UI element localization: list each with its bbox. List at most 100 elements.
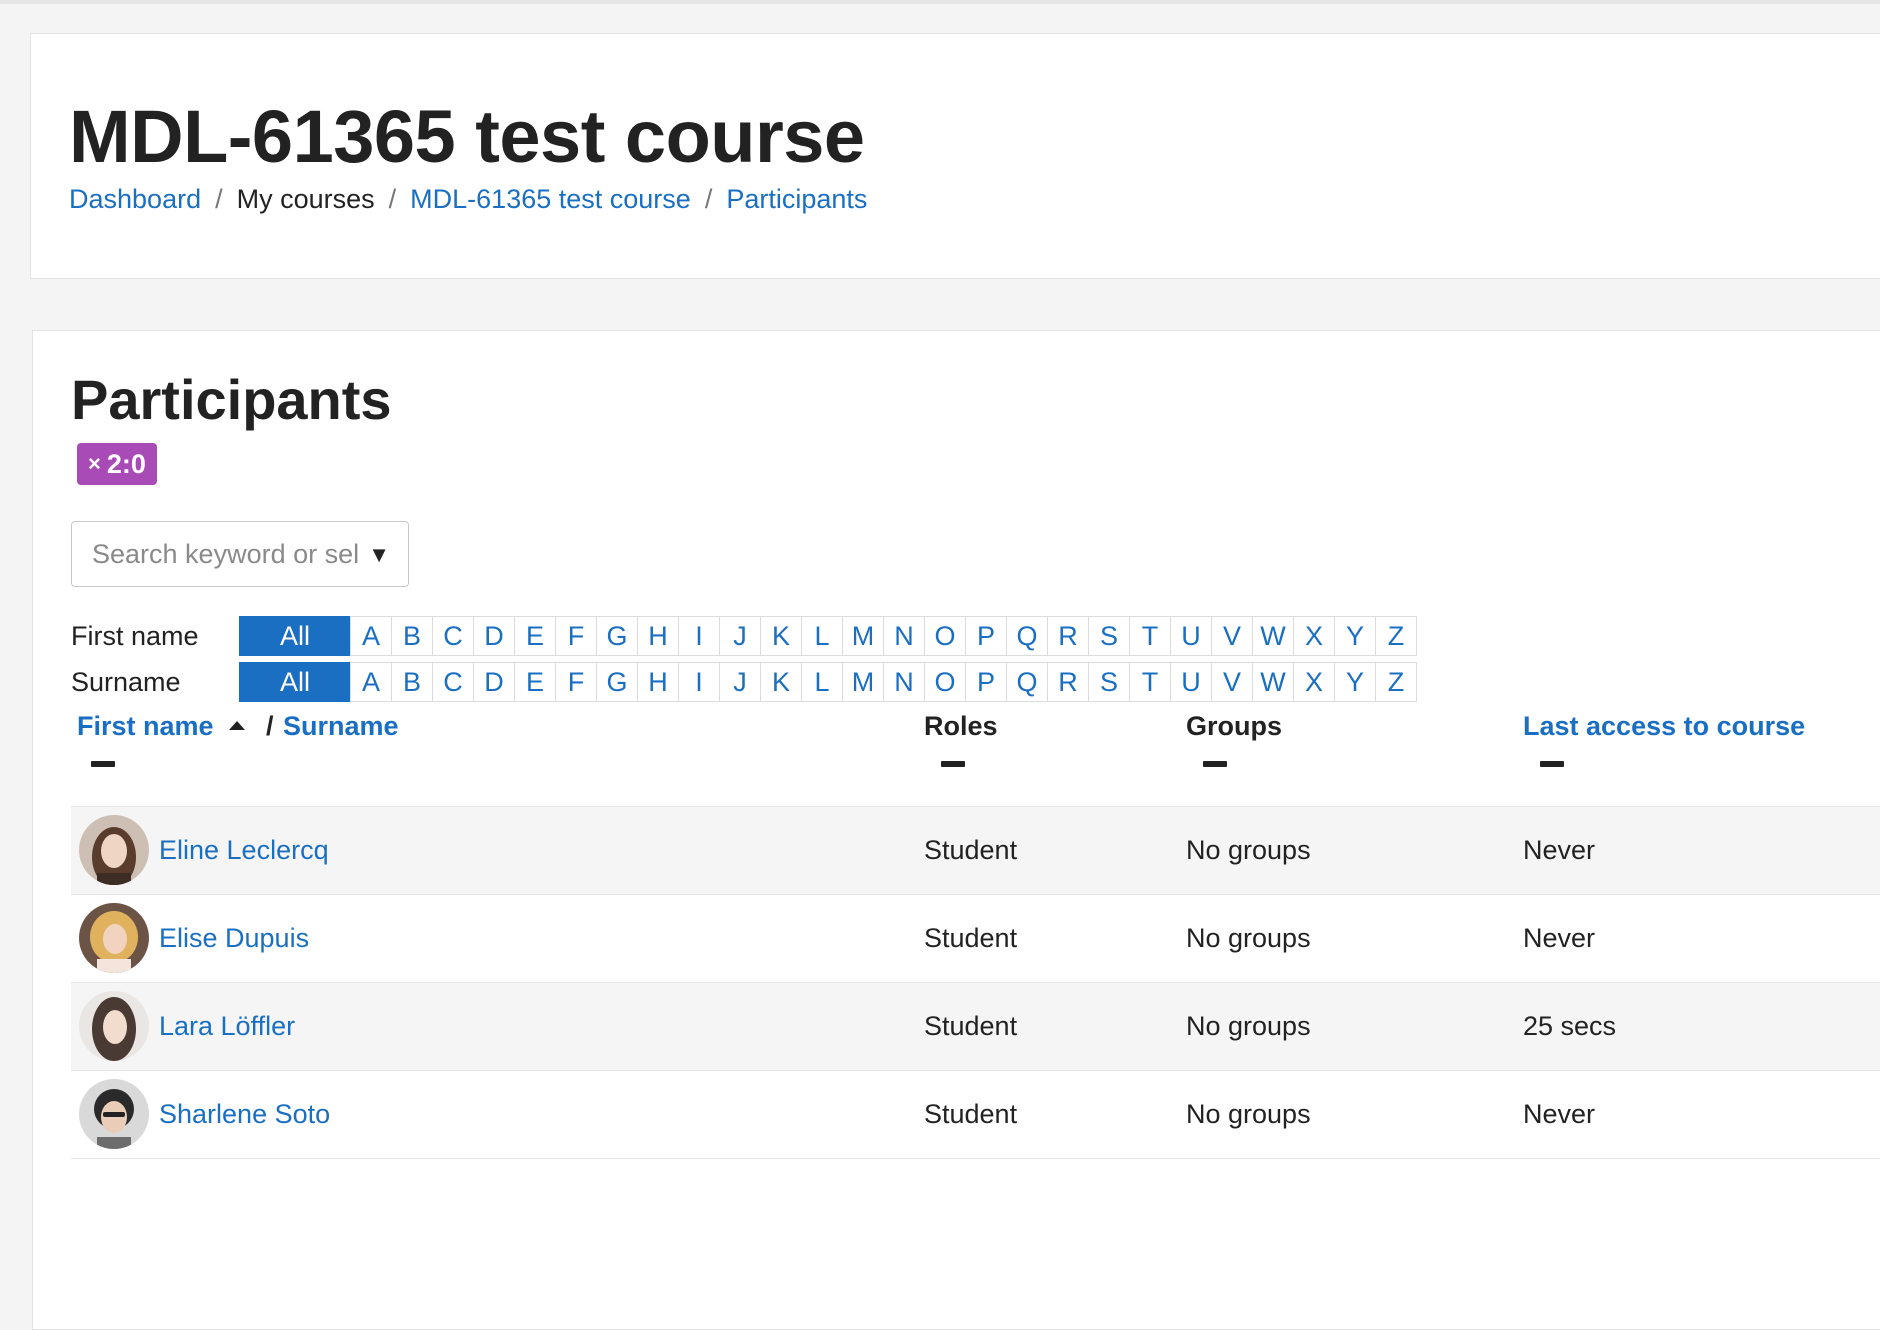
initial-h-button[interactable]: H	[637, 662, 679, 702]
initial-f-button[interactable]: F	[555, 662, 597, 702]
groups-cell: No groups	[1186, 1099, 1311, 1129]
close-icon[interactable]: ×	[88, 451, 101, 477]
initial-t-button[interactable]: T	[1129, 616, 1171, 656]
breadcrumb-separator: /	[704, 184, 713, 214]
header-roles: Roles	[924, 711, 998, 741]
initial-o-button[interactable]: O	[924, 662, 966, 702]
table-row: Lara Löffler Student No groups 25 secs	[71, 983, 1880, 1071]
initial-p-button[interactable]: P	[965, 616, 1007, 656]
sort-first-name-link[interactable]: First name	[77, 711, 214, 742]
breadcrumb-dashboard[interactable]: Dashboard	[69, 184, 201, 215]
initial-x-button[interactable]: X	[1293, 616, 1335, 656]
initial-e-button[interactable]: E	[514, 616, 556, 656]
initial-i-button[interactable]: I	[678, 662, 720, 702]
participant-name-link[interactable]: Sharlene Soto	[159, 1099, 330, 1130]
filter-badge[interactable]: × 2:0	[77, 443, 157, 485]
initial-l-button[interactable]: L	[801, 662, 843, 702]
caret-down-icon[interactable]: ▼	[368, 542, 390, 568]
initial-r-button[interactable]: R	[1047, 616, 1089, 656]
header-separator: /	[266, 711, 274, 741]
collapse-icon[interactable]	[1540, 761, 1564, 767]
initial-j-button[interactable]: J	[719, 662, 761, 702]
avatar[interactable]	[79, 815, 149, 885]
initial-a-button[interactable]: A	[350, 616, 392, 656]
initial-q-button[interactable]: Q	[1006, 662, 1048, 702]
initial-e-button[interactable]: E	[514, 662, 556, 702]
initial-a-button[interactable]: A	[350, 662, 392, 702]
collapse-icon[interactable]	[941, 761, 965, 767]
participant-name-link[interactable]: Lara Löffler	[159, 1011, 295, 1042]
initial-v-button[interactable]: V	[1211, 662, 1253, 702]
initial-c-button[interactable]: C	[432, 616, 474, 656]
table-row: Sharlene Soto Student No groups Never	[71, 1071, 1880, 1159]
participant-name-link[interactable]: Elise Dupuis	[159, 923, 309, 954]
avatar[interactable]	[79, 991, 149, 1061]
initial-o-button[interactable]: O	[924, 616, 966, 656]
filter-badge-label: 2:0	[106, 448, 146, 479]
initial-n-button[interactable]: N	[883, 662, 925, 702]
initial-j-button[interactable]: J	[719, 616, 761, 656]
initial-all-button[interactable]: All	[239, 662, 351, 702]
initial-k-button[interactable]: K	[760, 662, 802, 702]
initial-y-button[interactable]: Y	[1334, 616, 1376, 656]
initial-m-button[interactable]: M	[842, 616, 884, 656]
initial-c-button[interactable]: C	[432, 662, 474, 702]
initial-u-button[interactable]: U	[1170, 662, 1212, 702]
initial-w-button[interactable]: W	[1252, 616, 1294, 656]
initial-d-button[interactable]: D	[473, 662, 515, 702]
initial-t-button[interactable]: T	[1129, 662, 1171, 702]
initial-g-button[interactable]: G	[596, 662, 638, 702]
initial-g-button[interactable]: G	[596, 616, 638, 656]
initial-s-button[interactable]: S	[1088, 616, 1130, 656]
role-cell: Student	[924, 923, 1018, 953]
table-row: Elise Dupuis Student No groups Never	[71, 895, 1880, 983]
header-groups: Groups	[1186, 711, 1283, 741]
initial-f-button[interactable]: F	[555, 616, 597, 656]
last-access-cell: 25 secs	[1523, 1011, 1617, 1041]
initial-b-button[interactable]: B	[391, 662, 433, 702]
initial-q-button[interactable]: Q	[1006, 616, 1048, 656]
initial-k-button[interactable]: K	[760, 616, 802, 656]
collapse-icon[interactable]	[91, 761, 115, 767]
initial-w-button[interactable]: W	[1252, 662, 1294, 702]
initial-p-button[interactable]: P	[965, 662, 1007, 702]
last-access-cell: Never	[1523, 923, 1596, 953]
initial-s-button[interactable]: S	[1088, 662, 1130, 702]
initial-d-button[interactable]: D	[473, 616, 515, 656]
avatar[interactable]	[79, 903, 149, 973]
collapse-icon[interactable]	[1203, 761, 1227, 767]
sort-last-access-link[interactable]: Last access to course	[1523, 711, 1805, 742]
initial-r-button[interactable]: R	[1047, 662, 1089, 702]
initial-z-button[interactable]: Z	[1375, 616, 1417, 656]
table-header: First name / Surname Roles Groups Last a…	[71, 711, 1880, 807]
role-cell: Student	[924, 1099, 1018, 1129]
groups-cell: No groups	[1186, 1011, 1311, 1041]
initial-l-button[interactable]: L	[801, 616, 843, 656]
initial-all-button[interactable]: All	[239, 616, 351, 656]
initial-h-button[interactable]: H	[637, 616, 679, 656]
initial-b-button[interactable]: B	[391, 616, 433, 656]
participant-name-link[interactable]: Eline Leclercq	[159, 835, 329, 866]
avatar[interactable]	[79, 1079, 149, 1149]
search-field[interactable]: ▼	[71, 521, 409, 587]
breadcrumb-participants[interactable]: Participants	[726, 184, 867, 215]
last-access-cell: Never	[1523, 835, 1596, 865]
sort-surname-link[interactable]: Surname	[283, 711, 399, 742]
surname-initials: Surname All ABCDEFGHIJKLMNOPQRSTUVWXYZ	[71, 662, 1417, 702]
breadcrumb: Dashboard / My courses / MDL-61365 test …	[69, 184, 867, 215]
initial-z-button[interactable]: Z	[1375, 662, 1417, 702]
initial-m-button[interactable]: M	[842, 662, 884, 702]
first-name-initials-label: First name	[71, 620, 199, 651]
breadcrumb-course[interactable]: MDL-61365 test course	[410, 184, 691, 215]
initial-u-button[interactable]: U	[1170, 616, 1212, 656]
initial-v-button[interactable]: V	[1211, 616, 1253, 656]
surname-initials-bar: All ABCDEFGHIJKLMNOPQRSTUVWXYZ	[239, 662, 1417, 702]
initial-x-button[interactable]: X	[1293, 662, 1335, 702]
first-name-initials: First name All ABCDEFGHIJKLMNOPQRSTUVWXY…	[71, 616, 1417, 656]
initial-i-button[interactable]: I	[678, 616, 720, 656]
initial-y-button[interactable]: Y	[1334, 662, 1376, 702]
search-input[interactable]	[92, 538, 367, 570]
breadcrumb-separator: /	[215, 184, 223, 214]
sort-asc-icon	[229, 721, 245, 730]
initial-n-button[interactable]: N	[883, 616, 925, 656]
